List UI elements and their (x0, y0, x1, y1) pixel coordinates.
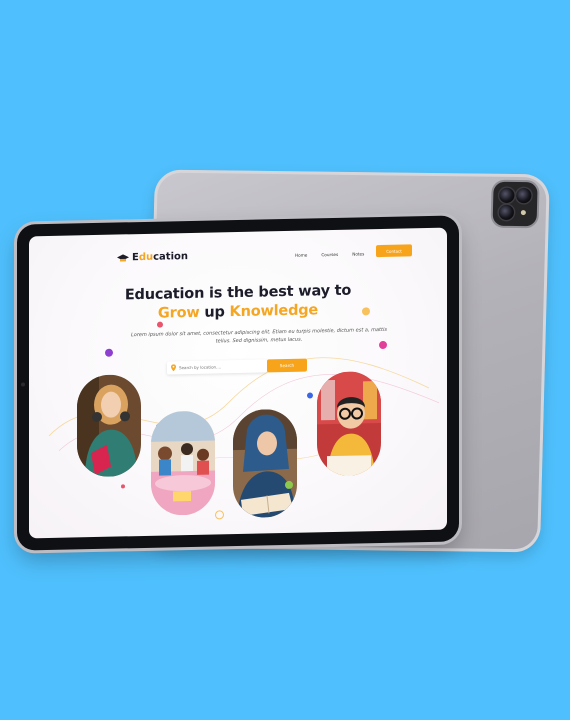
camera-lens-icon (499, 187, 515, 203)
nav-link-notes[interactable]: Notes (352, 251, 364, 256)
flash-icon (520, 210, 526, 216)
location-pin-icon (171, 364, 176, 372)
photo-children-in-classroom (151, 410, 215, 516)
brand-logo[interactable]: Education (117, 251, 188, 263)
website-screen: Education Home Courses Notes Contact Edu… (29, 227, 447, 539)
camera-lens-icon (498, 204, 515, 220)
nav-link-home[interactable]: Home (295, 253, 307, 258)
photo-girl-with-book (77, 374, 141, 478)
graduation-cap-icon (117, 253, 129, 261)
search-input[interactable] (179, 361, 259, 373)
camera-module (492, 181, 538, 227)
logo-text: Education (132, 251, 188, 264)
nav-links: Home Courses Notes (295, 251, 364, 257)
contact-button[interactable]: Contact (376, 244, 412, 258)
front-camera-icon (21, 382, 25, 387)
nav-link-courses[interactable]: Courses (321, 252, 338, 257)
tablet-front: Education Home Courses Notes Contact Edu… (17, 215, 459, 551)
search-button[interactable]: Search (267, 358, 307, 373)
search-box (167, 359, 267, 375)
photo-boy-with-glasses (317, 371, 381, 477)
photo-girl-reading (233, 408, 297, 519)
camera-lens-icon (516, 188, 532, 204)
